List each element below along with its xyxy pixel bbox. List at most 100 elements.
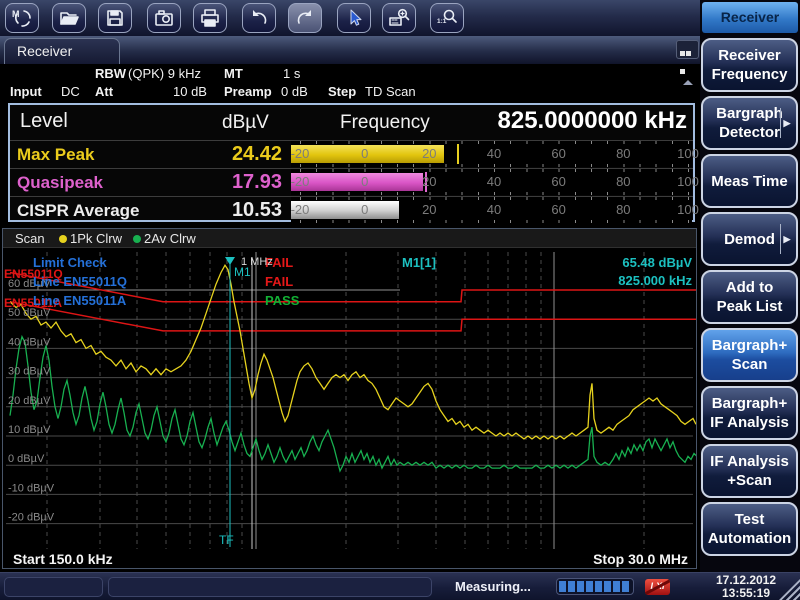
detector-value: 17.93 [160,171,282,194]
meter-row-cispr-average: CISPR Average 10.53 -20020406080100 [10,196,693,223]
progress-segment [568,581,575,592]
svg-text:M1: M1 [234,265,251,279]
zoom-1to1-icon-glyph: 1:1 [436,7,458,29]
softkey-demod[interactable]: Demod▶ [701,212,798,266]
meter-row-quasipeak: Quasipeak17.93-20020406080100 [10,168,693,195]
softkey-label: Frequency [712,65,788,84]
bar-ticks-bottom [291,164,692,167]
svg-text:-10 dBµV: -10 dBµV [8,482,55,494]
svg-text:TF: TF [219,533,234,547]
submenu-arrow-icon: ▶ [780,108,793,138]
save-icon[interactable] [98,3,132,33]
bar-scale-label: -20 [278,174,322,189]
tab-bar: Receiver [0,36,700,64]
bar-scale-label: -20 [278,146,322,161]
scan-stop-frequency: Stop 30.0 MHz [593,551,688,567]
detector-value: 10.53 [160,199,282,222]
progress-segment [604,581,611,592]
svg-text:65.48 dBµV: 65.48 dBµV [622,255,692,270]
softkey-label: +Scan [727,471,772,490]
bar-ticks-top [291,169,692,172]
detector-label: CISPR Average [17,201,140,221]
svg-text:40 dBµV: 40 dBµV [8,336,51,348]
measurement-progress-bar [556,578,634,595]
select-pointer-icon[interactable] [337,3,371,33]
svg-text:Line EN55011A: Line EN55011A [33,293,127,308]
zoom-1to1-icon[interactable]: 1:1 [430,3,464,33]
bar-ticks-top [291,141,692,144]
keyboard-zoom-icon[interactable] [382,3,416,33]
softkey-label: Demod [724,230,775,249]
softkey-bargraph-scan[interactable]: Bargraph+Scan [701,328,798,382]
bar-scale-label: 20 [407,146,451,161]
svg-text:-20 dBµV: -20 dBµV [8,512,55,524]
input-label: Input [10,84,42,99]
bar-scale-label: 20 [407,202,451,217]
mode-icon[interactable]: M [5,3,39,33]
bargraph: -20020406080100 [291,197,692,223]
scan-pane-header: Scan 1Pk Clrw 2Av Clrw [3,229,696,248]
window-layout-icon[interactable] [676,40,699,59]
scan-plot[interactable]: 60 dBµV50 dBµV40 dBµV30 dBµV20 dBµV10 dB… [3,249,696,552]
rbw-value[interactable]: (QPK) 9 kHz [128,66,201,81]
undo-icon[interactable] [242,3,276,33]
preamp-value[interactable]: 0 dB [281,84,308,99]
softkey-if-analysis-scan[interactable]: IF Analysis+Scan [701,444,798,498]
trace2-dot-icon [133,235,141,243]
status-slot-2 [108,577,432,597]
print-icon[interactable] [193,3,227,33]
softkey-label: Bargraph [716,104,783,123]
bar-scale-label: 80 [601,146,645,161]
softkey-add-to-peak-list[interactable]: Add toPeak List [701,270,798,324]
preamp-label: Preamp [224,84,272,99]
screenshot-icon-glyph [153,7,175,29]
bargraph: -20020406080100 [291,169,692,195]
open-icon-glyph [58,7,80,29]
softkey-sidebar: Receiver ReceiverFrequencyBargraphDetect… [700,0,800,572]
svg-text:825.000 kHz: 825.000 kHz [618,273,692,288]
svg-text:10 dBµV: 10 dBµV [8,424,51,436]
trace2-label: 2Av Clrw [144,231,196,246]
bargraph: -20020406080100 [291,141,692,167]
svg-text:30 dBµV: 30 dBµV [8,366,51,378]
input-value[interactable]: DC [61,84,80,99]
softkey-bargraph-detector[interactable]: BargraphDetector▶ [701,96,798,150]
trace1-label: 1Pk Clrw [70,231,122,246]
softkey-meas-time[interactable]: Meas Time [701,154,798,208]
progress-segment [586,581,593,592]
mt-label: MT [224,66,243,81]
open-icon[interactable] [52,3,86,33]
svg-text:FAIL: FAIL [265,274,293,289]
bar-ticks-top [291,197,692,200]
time-value: 13:55:19 [700,587,792,600]
instrument-screen: M [0,0,800,600]
bar-scale-label: 0 [343,174,387,189]
scan-title: Scan [15,231,45,246]
softkey-label: IF Analysis [710,452,789,471]
bar-scale-label: 60 [537,202,581,217]
frequency-value[interactable]: 825.0000000 kHz [498,107,688,135]
screenshot-icon[interactable] [147,3,181,33]
softkey-label: Peak List [717,297,783,316]
svg-text:M1[1]: M1[1] [402,255,436,270]
measuring-status: Measuring... [455,579,531,594]
softkey-bargraph-if-analysis[interactable]: Bargraph+IF Analysis [701,386,798,440]
meter-header: Level dBµV Frequency 825.0000000 kHz [10,105,693,140]
frequency-label: Frequency [340,112,430,134]
lxi-status-icon: LXI [645,579,670,595]
att-value[interactable]: 10 dB [173,84,207,99]
softkey-label: IF Analysis [710,413,789,432]
level-unit: dBµV [222,112,269,134]
undo-icon-glyph [248,7,270,29]
softkey-test-automation[interactable]: TestAutomation [701,502,798,556]
mt-value[interactable]: 1 s [283,66,300,81]
tab-receiver[interactable]: Receiver [4,38,120,64]
softkey-receiver-frequency[interactable]: ReceiverFrequency [701,38,798,92]
bar-scale-label: 60 [537,174,581,189]
redo-icon[interactable] [288,3,322,33]
svg-text:Line EN55011Q: Line EN55011Q [33,274,127,289]
step-value[interactable]: TD Scan [365,84,416,99]
title-bar: M [0,0,800,36]
softkey-menu-header[interactable]: Receiver [702,2,798,33]
scan-footer: Start 150.0 kHz Stop 30.0 MHz [3,551,696,568]
